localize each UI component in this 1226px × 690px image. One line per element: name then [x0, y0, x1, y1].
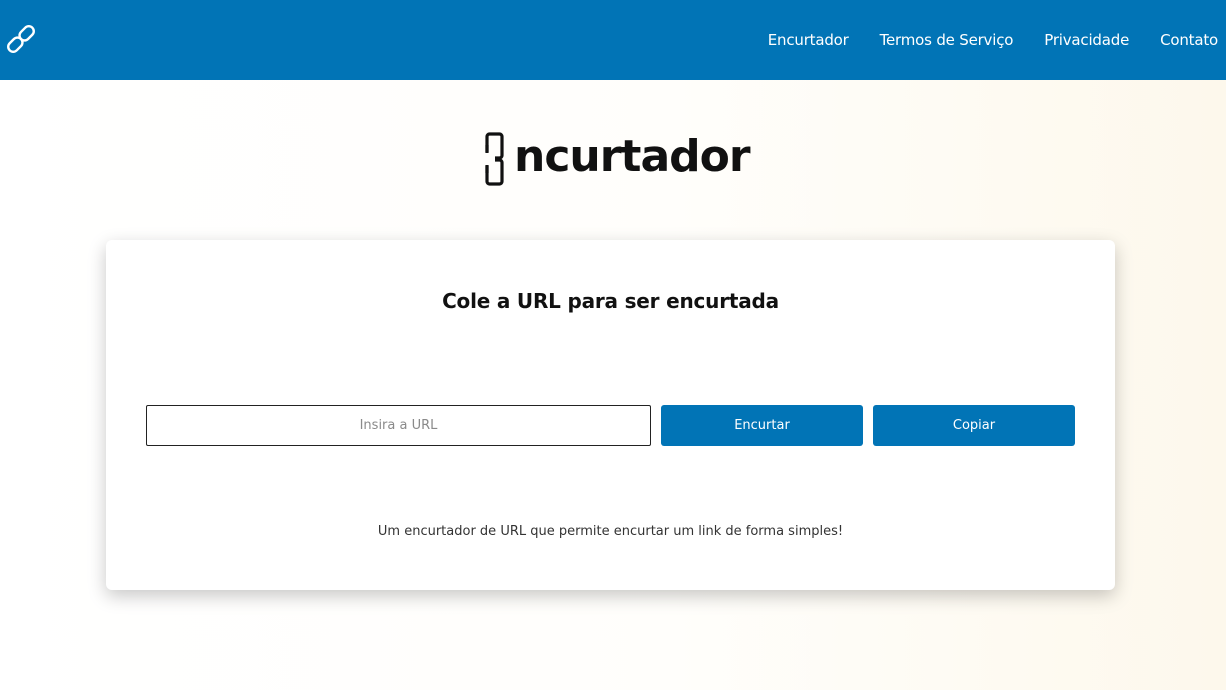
- brand-logo: ncurtador: [484, 128, 751, 190]
- link-icon: [484, 131, 506, 187]
- card-description: Um encurtador de URL que permite encurta…: [377, 524, 844, 539]
- shortener-card: Cole a URL para ser encurtada Encurtar C…: [106, 240, 1115, 590]
- nav-link-encurtador[interactable]: Encurtador: [768, 31, 849, 49]
- nav-link-termos[interactable]: Termos de Serviço: [880, 31, 1014, 49]
- copy-button[interactable]: Copiar: [873, 405, 1075, 446]
- nav-link-privacidade[interactable]: Privacidade: [1044, 31, 1129, 49]
- link-icon[interactable]: [2, 20, 40, 58]
- top-navbar: Encurtador Termos de Serviço Privacidade…: [0, 0, 1226, 80]
- nav-link-contato[interactable]: Contato: [1160, 31, 1218, 49]
- shorten-button[interactable]: Encurtar: [661, 405, 863, 446]
- card-title: Cole a URL para ser encurtada: [442, 289, 779, 313]
- url-input[interactable]: [146, 405, 651, 446]
- brand-text: ncurtador: [514, 131, 751, 182]
- nav-menu: Encurtador Termos de Serviço Privacidade…: [737, 0, 1218, 80]
